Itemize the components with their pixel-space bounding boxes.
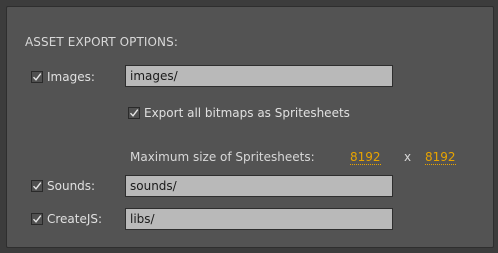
- spritesheets-label: Export all bitmaps as Spritesheets: [144, 106, 350, 120]
- asset-export-panel: ASSET EXPORT OPTIONS: Images: images/ Ex…: [6, 6, 494, 248]
- spritesheet-height-value[interactable]: 8192: [425, 150, 456, 165]
- images-checkbox[interactable]: [31, 71, 43, 83]
- images-path-input[interactable]: images/: [125, 65, 393, 87]
- sounds-path-input[interactable]: sounds/: [125, 175, 393, 197]
- sounds-option[interactable]: Sounds:: [31, 179, 95, 193]
- max-size-label: Maximum size of Spritesheets:: [130, 150, 315, 164]
- createjs-option[interactable]: CreateJS:: [31, 212, 102, 226]
- images-option[interactable]: Images:: [31, 70, 95, 84]
- createjs-path-input[interactable]: libs/: [125, 208, 393, 230]
- size-separator: x: [404, 150, 412, 164]
- createjs-checkbox[interactable]: [31, 213, 43, 225]
- spritesheets-option[interactable]: Export all bitmaps as Spritesheets: [128, 106, 350, 120]
- spritesheet-width-value[interactable]: 8192: [350, 150, 381, 165]
- checkmark-icon: [32, 215, 42, 223]
- createjs-label: CreateJS:: [47, 212, 103, 226]
- sounds-label: Sounds:: [47, 179, 96, 193]
- spritesheets-checkbox[interactable]: [128, 107, 140, 119]
- section-title: ASSET EXPORT OPTIONS:: [25, 35, 178, 49]
- checkmark-icon: [32, 182, 42, 190]
- sounds-checkbox[interactable]: [31, 180, 43, 192]
- checkmark-icon: [32, 73, 42, 81]
- checkmark-icon: [129, 109, 139, 117]
- images-label: Images:: [47, 70, 95, 84]
